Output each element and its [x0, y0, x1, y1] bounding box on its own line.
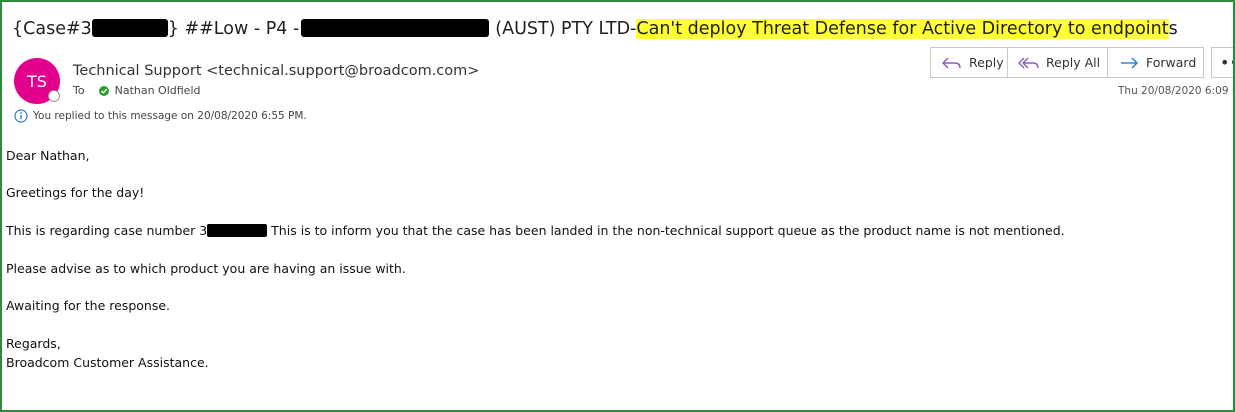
more-icon: ••• — [1220, 53, 1233, 72]
more-actions-button[interactable]: ••• — [1211, 47, 1233, 78]
forward-label: Forward — [1146, 55, 1197, 70]
body-signature: Broadcom Customer Assistance. — [6, 355, 209, 370]
info-bar: You replied to this message on 20/08/202… — [14, 109, 307, 123]
subject-priority: } ##Low - P4 - — [167, 19, 300, 39]
redaction-block — [91, 19, 168, 37]
case-prefix: This is regarding case number 3 — [6, 223, 208, 238]
reply-all-icon — [1018, 57, 1039, 68]
recipient-name[interactable]: Nathan Oldfield — [115, 84, 201, 97]
recipients-row: To Nathan Oldfield — [73, 84, 201, 97]
email-subject: {Case#3 } ##Low - P4 - (AUST) PTY LTD-Can'… — [12, 19, 1178, 39]
body-line: Please advise as to which product you ar… — [6, 261, 406, 276]
body-line: Greetings for the day! — [6, 185, 145, 200]
subject-prefix: {Case#3 — [12, 19, 92, 39]
subject-highlight: Can't deploy Threat Defense for Active D… — [636, 19, 1169, 39]
subject-trailing: s — [1168, 19, 1178, 39]
body-regards: Regards, — [6, 336, 61, 351]
reply-all-label: Reply All — [1046, 55, 1101, 70]
forward-button[interactable]: Forward — [1108, 47, 1204, 78]
reply-all-button[interactable]: Reply All — [1008, 47, 1108, 78]
email-reading-pane: {Case#3 } ##Low - P4 - (AUST) PTY LTD-Can'… — [0, 0, 1235, 412]
received-date: Thu 20/08/2020 6:09 PM — [1118, 85, 1235, 97]
presence-status-icon — [48, 90, 60, 102]
reply-label: Reply — [969, 55, 1004, 70]
body-line: Awaiting for the response. — [6, 298, 171, 313]
verified-check-icon — [98, 85, 109, 96]
body-greeting: Dear Nathan, — [6, 148, 90, 163]
info-icon — [14, 109, 28, 123]
to-label: To — [73, 84, 85, 97]
body-case-line: This is regarding case number 3 This is … — [6, 223, 1065, 238]
redaction-block — [301, 19, 490, 37]
redaction-block — [207, 224, 268, 237]
message-actions: Reply Reply All Forward — [930, 47, 1204, 78]
info-text: You replied to this message on 20/08/202… — [33, 110, 307, 122]
forward-icon — [1121, 57, 1138, 68]
reply-icon — [942, 57, 961, 68]
subject-company: (AUST) PTY LTD- — [495, 19, 637, 39]
avatar-initials: TS — [27, 71, 47, 91]
sender-name[interactable]: Technical Support <technical.support@bro… — [73, 63, 479, 79]
reply-button[interactable]: Reply — [930, 47, 1008, 78]
case-suffix: This is to inform you that the case has … — [267, 223, 1065, 238]
